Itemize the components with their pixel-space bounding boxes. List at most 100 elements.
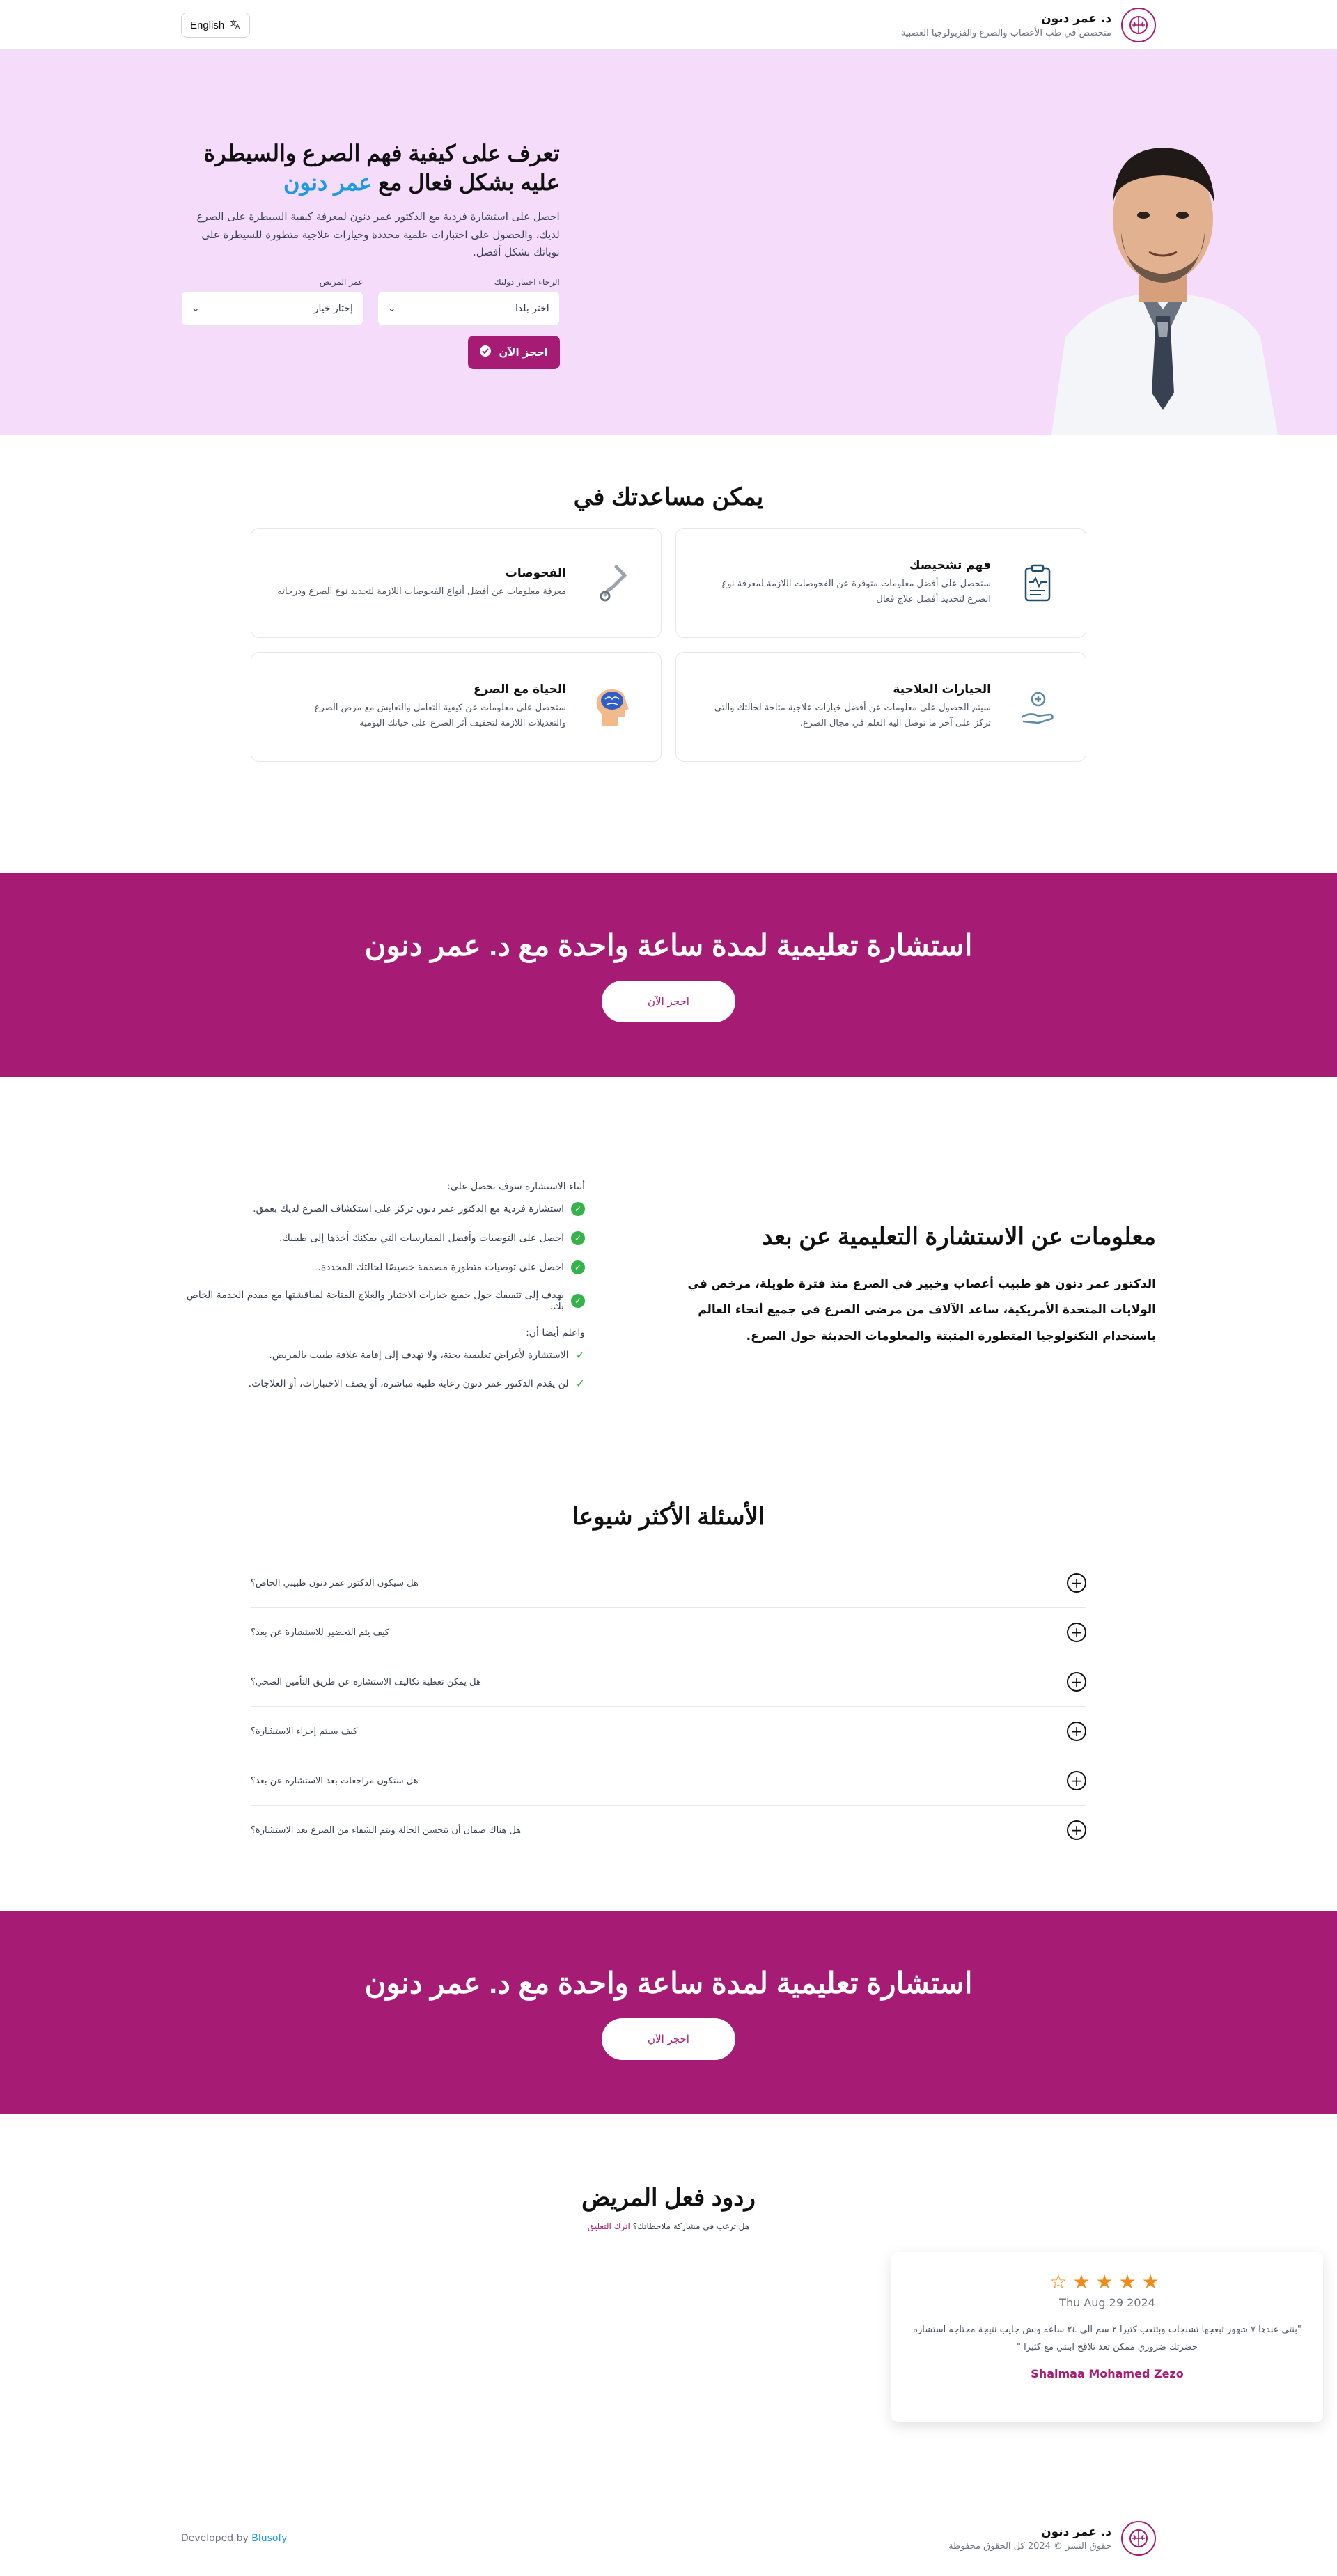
benefit-item: ✓ يهدف إلى تثقيفك حول جميع خيارات الاختبا… [181,1290,585,1312]
book-now-label: احجز الآن [499,345,548,359]
plus-circle-icon[interactable]: + [1067,1672,1086,1692]
plus-circle-icon[interactable]: + [1067,1623,1086,1642]
clipboard-icon [1015,560,1061,606]
faq-question: كيف يتم التحضير للاستشارة عن بعد؟ [251,1627,390,1638]
faq-question: كيف سيتم إجراء الاستشارة؟ [251,1726,358,1737]
help-card-title: الفحوصات [505,565,566,580]
brand-name: د. عمر دنون [1041,12,1111,26]
info-section: معلومات عن الاستشارة التعليمية عن بعد ال… [0,1077,1337,1447]
doctor-portrait [1051,148,1278,435]
note-item: ✓ لن يقدم الدكتور عمر دنون رعاية طبية مبا… [181,1377,585,1390]
benefit-text: احصل على التوصيات وأفضل الممارسات التي ي… [279,1233,564,1244]
check-circle-icon: ✓ [571,1294,585,1308]
developer-link[interactable]: Blusofy [251,2533,287,2544]
help-card-title: فهم تشخيصك [909,558,991,572]
plus-circle-icon[interactable]: + [1067,1573,1086,1593]
help-card-desc: معرفة معلومات عن أفضل أنواع الفحوصات الل… [277,586,566,597]
cta-book-button[interactable]: احجز الآن [602,980,735,1022]
reviews-subtitle: هل ترغب في مشاركة ملاحظاتك؟ اترك التعليق [251,2222,1086,2231]
help-card-desc: ستحصل على أفضل معلومات متوفرة عن الفحوصا… [721,578,991,604]
faq-question: هل هناك ضمان أن تتحسن الحالة ويتم الشفاء… [251,1825,522,1836]
site-footer: Developed by Blusofy د. عمر دنون حقوق ال… [0,2513,1337,2563]
footer-brand: د. عمر دنون حقوق النشر © 2024 كل الحقوق … [948,2521,1156,2557]
info-title: معلومات عن الاستشارة التعليمية عن بعد [762,1224,1156,1250]
help-card-diagnosis: فهم تشخيصك ستحصل على أفضل معلومات متوفرة… [675,528,1086,638]
faq-item[interactable]: هل يمكن تغطية تكاليف الاستشارة عن طريق ا… [251,1657,1086,1707]
benefit-text: استشارة فردية مع الدكتور عمر دنون تركز ع… [253,1203,564,1215]
check-circle-icon: ✓ [571,1202,585,1216]
leave-comment-link[interactable]: اترك التعليق [588,2222,630,2231]
brain-logo-icon [1121,2521,1156,2557]
check-circle-icon [479,345,492,360]
faq-item[interactable]: هل هناك ضمان أن تتحسن الحالة ويتم الشفاء… [251,1806,1086,1855]
reviews-section: ردود فعل المريض هل ترغب في مشاركة ملاحظا… [0,2114,1337,2513]
developer-credit: Developed by Blusofy [181,2533,287,2544]
dev-prefix: Developed by [181,2533,249,2545]
chevron-down-icon: ⌄ [387,302,396,314]
faq-question: هل ستكون مراجعات بعد الاستشارة عن بعد؟ [251,1775,419,1786]
help-card-treatment: الخيارات العلاجية سيتم الحصول على معلوما… [675,652,1086,762]
help-card-title: الحياة مع الصرع [474,682,566,696]
copyright: حقوق النشر © 2024 كل الحقوق محفوظة [948,2541,1111,2552]
svg-text:A: A [235,24,240,29]
hand-care-icon [1015,684,1061,730]
faq-title: الأسئلة الأكثر شيوعا [572,1504,765,1530]
faq-question: هل سيكون الدكتور عمر دنون طبيبي الخاص؟ [251,1577,419,1588]
benefit-item: ✓ احصل على التوصيات وأفضل الممارسات التي … [181,1231,585,1245]
brain-logo-icon [1121,8,1156,42]
note-item: ✓ الاستشارة لأغراض تعليمية بحتة، ولا تهدف… [181,1348,585,1361]
faq-section: الأسئلة الأكثر شيوعا هل سيكون الدكتور عم… [0,1447,1337,1911]
check-icon: ✓ [575,1348,585,1361]
brand-subtitle: متخصص في طب الأعصاب والصرع والفزيولوجيا … [900,28,1111,38]
faq-item[interactable]: كيف يتم التحضير للاستشارة عن بعد؟ + [251,1608,1086,1657]
plus-circle-icon[interactable]: + [1067,1820,1086,1840]
plus-circle-icon[interactable]: + [1067,1722,1086,1741]
check-circle-icon: ✓ [571,1231,585,1245]
age-select-value: إختار خيار [313,302,353,314]
help-card-desc: ستحصل على معلومات عن كيفية التعامل والتع… [314,702,566,728]
help-card-desc: سيتم الحصول على معلومات عن أفضل خيارات ع… [714,702,991,728]
info-description: الدكتور عمر دنون هو طبيب أعصاب وخبير في … [687,1277,1156,1343]
help-card-tests: الفحوصات معرفة معلومات عن أفضل أنواع الف… [251,528,662,638]
faq-item[interactable]: هل ستكون مراجعات بعد الاستشارة عن بعد؟ + [251,1756,1086,1806]
note-text: الاستشارة لأغراض تعليمية بحتة، ولا تهدف … [269,1349,569,1361]
hero-content: تعرف على كيفية فهم الصرع والسيطرة عليه ب… [181,50,560,435]
book-now-button[interactable]: احجز الآن [467,335,560,369]
review-card: ☆★★★★ Thu Aug 29 2024 "بنتي عندها ٧ شهور… [891,2252,1323,2422]
benefit-item: ✓ احصل على توصيات متطورة مصممة خصيصًا لحا… [181,1260,585,1274]
brand[interactable]: د. عمر دنون متخصص في طب الأعصاب والصرع و… [901,8,1156,42]
benefit-text: يهدف إلى تثقيفك حول جميع خيارات الاختبار… [186,1290,564,1312]
country-select[interactable]: اختر بلدا ⌄ [377,290,560,326]
site-header: English 文A د. عمر دنون متخصص في طب الأعص… [0,0,1337,50]
cta-title: استشارة تعليمية لمدة ساعة واحدة مع د. عم… [364,1966,973,1999]
language-switch-button[interactable]: English 文A [181,13,251,38]
hero-section: تعرف على كيفية فهم الصرع والسيطرة عليه ب… [0,50,1337,435]
benefit-text: احصل على توصيات متطورة مصممة خصيصًا لحال… [318,1262,564,1273]
cta-banner: استشارة تعليمية لمدة ساعة واحدة مع د. عم… [0,873,1337,1077]
brain-head-icon [590,684,636,730]
country-label: الرجاء اختيار دولتك [494,276,560,287]
reviews-title: ردود فعل المريض [581,2185,756,2211]
footer-brand-name: د. عمر دنون [1041,2525,1111,2540]
reviews-sub-text: هل ترغب في مشاركة ملاحظاتك؟ [632,2222,750,2231]
star-rating: ☆★★★★ [1049,2270,1165,2293]
help-card-living: الحياة مع الصرع ستحصل على معلومات عن كيف… [251,652,662,762]
hero-title: تعرف على كيفية فهم الصرع والسيطرة عليه ب… [181,139,559,197]
benefits-lead: أثناء الاستشارة سوف تحصل على: [447,1181,585,1192]
hero-description: احصل على استشارة فردية مع الدكتور عمر دن… [196,210,560,259]
cta-book-button[interactable]: احجز الآن [602,2017,735,2060]
faq-item[interactable]: كيف سيتم إجراء الاستشارة؟ + [251,1707,1086,1756]
help-title: يمكن مساعدتك في [573,484,764,510]
translate-icon: 文A [230,18,241,32]
benefits-list: أثناء الاستشارة سوف تحصل على: ✓ استشارة ف… [181,1181,585,1405]
review-author: Shaimaa Mohamed Zezo [1031,2367,1184,2381]
language-label: English [190,19,225,31]
age-select[interactable]: إختار خيار ⌄ [181,290,363,326]
chevron-down-icon: ⌄ [191,302,200,314]
help-card-title: الخيارات العلاجية [893,682,991,696]
faq-question: هل يمكن تغطية تكاليف الاستشارة عن طريق ا… [251,1676,481,1687]
plus-circle-icon[interactable]: + [1067,1771,1086,1790]
stethoscope-icon [590,560,636,606]
faq-item[interactable]: هل سيكون الدكتور عمر دنون طبيبي الخاص؟ + [251,1559,1086,1608]
note-text: لن يقدم الدكتور عمر دنون رعاية طبية مباش… [248,1377,569,1389]
